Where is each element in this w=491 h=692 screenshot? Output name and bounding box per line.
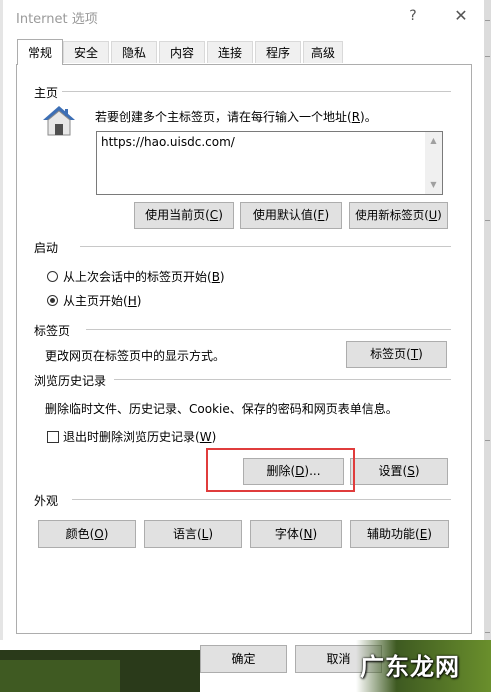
help-button[interactable]: ?: [400, 4, 426, 28]
use-current-button[interactable]: 使用当前页(C): [134, 202, 234, 229]
delete-on-exit-label[interactable]: 退出时删除浏览历史记录(W): [63, 428, 216, 445]
section-title-tabs: 标签页: [34, 324, 71, 338]
delete-on-exit-checkbox[interactable]: [47, 431, 59, 443]
homepage-url-value[interactable]: https://hao.uisdc.com/: [101, 135, 235, 149]
history-settings-button[interactable]: 设置(S): [350, 458, 448, 485]
section-title-homepage: 主页: [34, 86, 59, 100]
use-new-tab-button[interactable]: 使用新标签页(U): [349, 202, 448, 229]
tab-security[interactable]: 安全: [63, 41, 109, 63]
fonts-button[interactable]: 字体(N): [250, 520, 342, 548]
startup-last-session-label[interactable]: 从上次会话中的标签页开始(B): [63, 268, 225, 285]
tab-privacy[interactable]: 隐私: [111, 41, 157, 63]
section-title-history: 浏览历史记录: [34, 374, 107, 388]
tabs-description: 更改网页在标签页中的显示方式。: [45, 349, 226, 363]
tabs-settings-button[interactable]: 标签页(T): [346, 341, 447, 368]
startup-homepage-label[interactable]: 从主页开始(H): [63, 292, 141, 309]
house-icon: [41, 104, 77, 138]
window-title: Internet 选项: [16, 12, 98, 27]
section-divider: [86, 329, 451, 330]
history-description: 删除临时文件、历史记录、Cookie、保存的密码和网页表单信息。: [45, 402, 398, 416]
window-left-edge: [0, 0, 3, 692]
tab-general[interactable]: 常规: [17, 39, 63, 65]
tab-connections[interactable]: 连接: [207, 41, 253, 63]
startup-last-session-radio[interactable]: [47, 271, 58, 282]
section-title-appearance: 外观: [34, 494, 59, 508]
background-photo-detail: [0, 660, 120, 692]
section-divider: [62, 91, 451, 92]
use-default-button[interactable]: 使用默认值(F): [240, 202, 342, 229]
scroll-down-arrow-icon[interactable]: ▼: [425, 178, 442, 192]
homepage-instruction: 若要创建多个主标签页，请在每行输入一个地址(R)。: [95, 110, 377, 124]
tab-programs[interactable]: 程序: [255, 41, 301, 63]
close-button[interactable]: ✕: [446, 4, 476, 28]
languages-button[interactable]: 语言(L): [144, 520, 242, 548]
startup-homepage-radio[interactable]: [47, 295, 58, 306]
tab-content[interactable]: 内容: [159, 41, 205, 63]
scroll-up-arrow-icon[interactable]: ▲: [425, 134, 442, 148]
tab-advanced[interactable]: 高级: [303, 41, 343, 63]
section-title-startup: 启动: [34, 241, 59, 255]
colors-button[interactable]: 颜色(O): [38, 520, 136, 548]
section-divider: [114, 379, 451, 380]
radio-selected-dot: [50, 298, 55, 303]
annotation-highlight-box: [206, 448, 355, 492]
background-window-edge: [484, 0, 491, 692]
watermark-text: 广东龙网: [360, 653, 460, 681]
accessibility-button[interactable]: 辅助功能(E): [350, 520, 449, 548]
ok-button[interactable]: 确定: [200, 645, 287, 673]
section-divider: [80, 246, 451, 247]
section-divider: [72, 499, 451, 500]
